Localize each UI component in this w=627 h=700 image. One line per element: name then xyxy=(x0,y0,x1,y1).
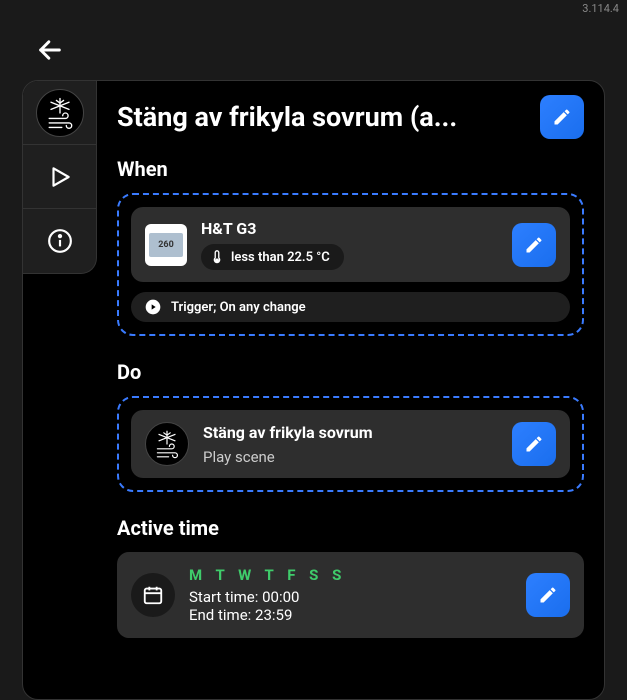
time-range: Start time: 00:00 End time: 23:59 xyxy=(189,588,512,624)
title-row: Stäng av frikyla sovrum (a... xyxy=(117,95,584,139)
arrow-left-icon xyxy=(36,36,64,64)
start-time-label: Start time: xyxy=(189,588,258,606)
end-time-label: End time: xyxy=(189,606,251,624)
do-action-card[interactable]: Stäng av frikyla sovrum Play scene xyxy=(131,410,570,478)
edit-do-button[interactable] xyxy=(512,422,556,466)
pencil-icon xyxy=(524,434,544,454)
device-name: H&T G3 xyxy=(201,219,498,238)
version-label: 3.114.4 xyxy=(582,2,619,15)
section-when-label: When xyxy=(117,157,584,181)
snowflake-wind-icon xyxy=(145,422,189,466)
edit-active-time-button[interactable] xyxy=(526,573,570,617)
calendar-icon xyxy=(131,573,175,617)
when-condition-card[interactable]: 260 H&T G3 less than 22.5 °C xyxy=(131,207,570,282)
play-icon xyxy=(47,164,73,190)
back-button[interactable] xyxy=(30,30,70,70)
start-time-value: 00:00 xyxy=(262,588,299,606)
action-subtitle: Play scene xyxy=(203,448,498,466)
pencil-icon xyxy=(524,235,544,255)
edit-when-button[interactable] xyxy=(512,223,556,267)
pencil-icon xyxy=(538,585,558,605)
trigger-row[interactable]: Trigger; On any change xyxy=(131,292,570,322)
page-title: Stäng av frikyla sovrum (a... xyxy=(117,101,528,133)
trigger-text: Trigger; On any change xyxy=(171,300,306,315)
snowflake-wind-icon xyxy=(36,89,84,137)
active-days: M T W T F S S xyxy=(189,566,512,584)
device-thumb-reading: 260 xyxy=(149,233,183,257)
action-title: Stäng av frikyla sovrum xyxy=(203,423,498,442)
when-container: 260 H&T G3 less than 22.5 °C xyxy=(117,193,584,336)
scene-editor-panel: Stäng av frikyla sovrum (a... When 260 H… xyxy=(22,80,605,700)
section-do-label: Do xyxy=(117,360,584,384)
info-icon xyxy=(47,228,73,254)
sidebar-info-button[interactable] xyxy=(23,209,96,273)
do-container: Stäng av frikyla sovrum Play scene xyxy=(117,396,584,492)
sidebar-play-button[interactable] xyxy=(23,145,96,209)
condition-text: less than 22.5 °C xyxy=(231,250,330,265)
content-area: Stäng av frikyla sovrum (a... When 260 H… xyxy=(97,81,604,699)
sidebar-scene-icon[interactable] xyxy=(23,81,96,145)
active-time-card[interactable]: M T W T F S S Start time: 00:00 End time… xyxy=(117,552,584,638)
end-time-value: 23:59 xyxy=(255,606,292,624)
device-thumbnail: 260 xyxy=(145,224,187,266)
sidebar xyxy=(23,81,97,274)
condition-pill: less than 22.5 °C xyxy=(201,244,344,270)
edit-title-button[interactable] xyxy=(540,95,584,139)
pencil-icon xyxy=(552,107,572,127)
thermometer-icon xyxy=(211,249,223,265)
play-circle-icon xyxy=(145,299,161,315)
section-active-time-label: Active time xyxy=(117,516,584,540)
